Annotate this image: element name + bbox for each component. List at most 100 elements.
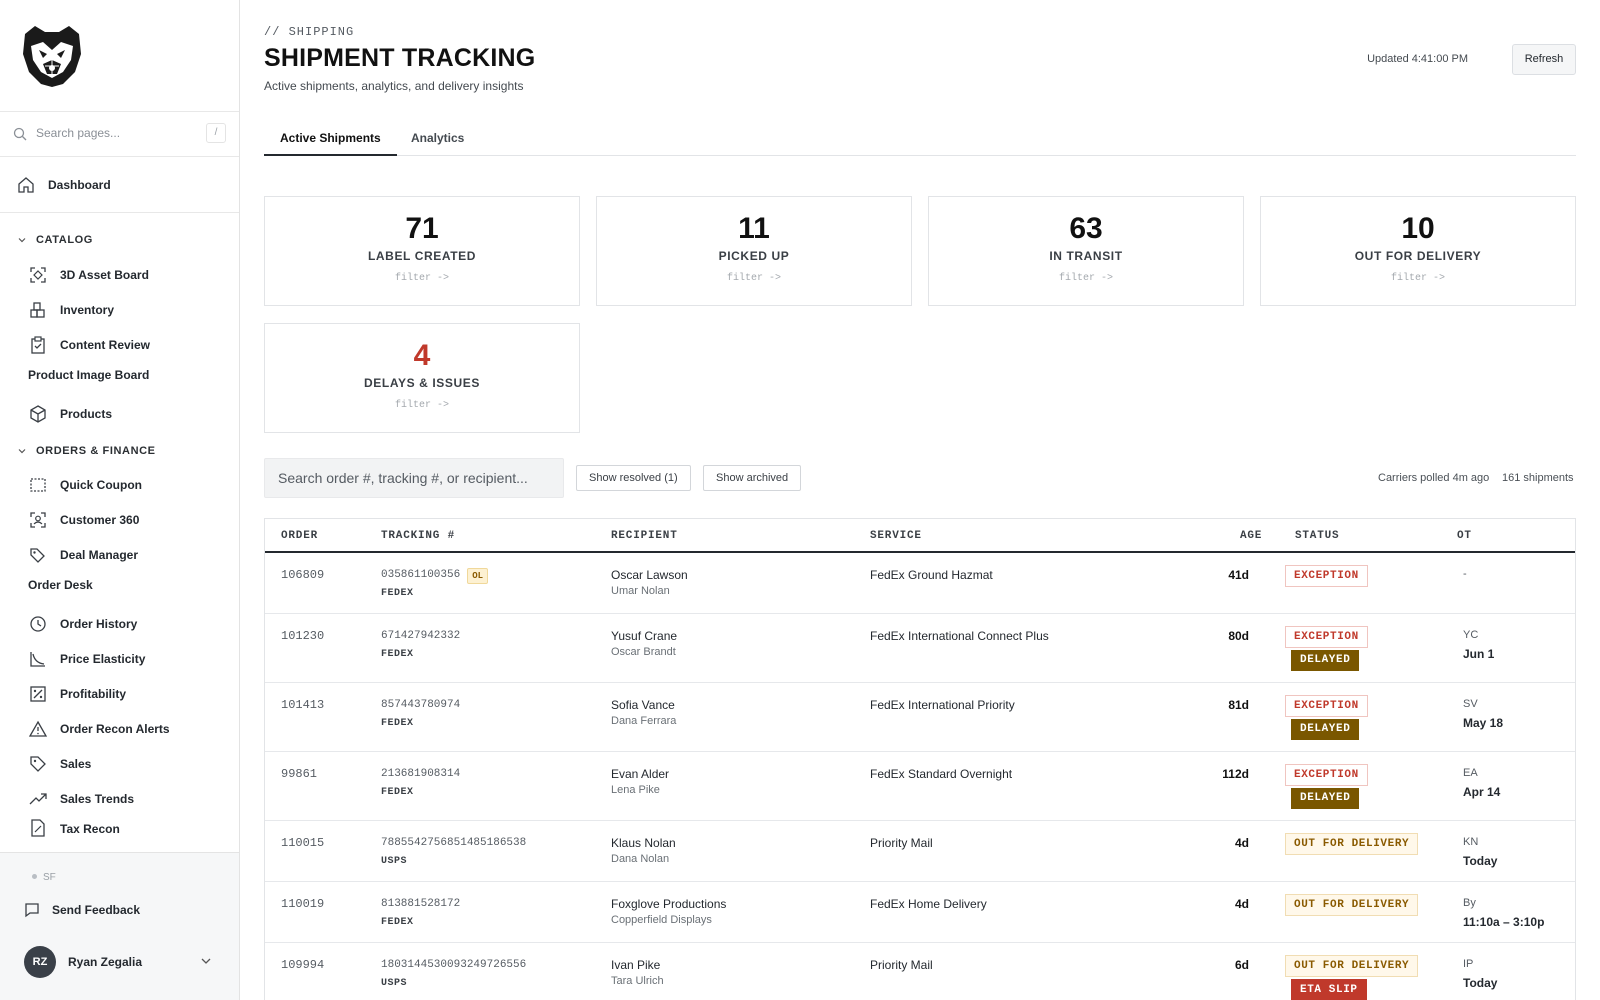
col-order[interactable]: ORDER bbox=[281, 530, 318, 542]
tracking-number[interactable]: 1803144530093249726556 bbox=[381, 959, 526, 971]
order-number[interactable]: 109994 bbox=[281, 958, 324, 972]
col-recipient[interactable]: RECIPIENT bbox=[611, 530, 678, 542]
show-archived-button[interactable]: Show archived bbox=[703, 465, 802, 491]
stat-card-delays-issues[interactable]: 4 DELAYS & ISSUES filter -> bbox=[264, 323, 580, 433]
filter-link[interactable]: filter -> bbox=[597, 273, 911, 284]
shipments-table: ORDER TRACKING # RECIPIENT SERVICE AGE S… bbox=[264, 518, 1576, 1000]
order-number[interactable]: 101413 bbox=[281, 698, 324, 712]
sidebar-item-content-review[interactable]: Content Review bbox=[28, 329, 150, 361]
user-menu[interactable]: RZ Ryan Zegalia bbox=[24, 946, 142, 978]
scan-icon bbox=[30, 267, 46, 283]
stat-card-picked-up[interactable]: 11 PICKED UP filter -> bbox=[596, 196, 912, 306]
filter-link[interactable]: filter -> bbox=[265, 273, 579, 284]
refresh-button[interactable]: Refresh bbox=[1512, 44, 1576, 75]
stat-label: LABEL CREATED bbox=[367, 249, 477, 263]
tab-active-shipments[interactable]: Active Shipments bbox=[264, 120, 397, 156]
stat-value: 11 bbox=[738, 212, 770, 245]
table-header: ORDER TRACKING # RECIPIENT SERVICE AGE S… bbox=[265, 519, 1575, 553]
service-name: FedEx Ground Hazmat bbox=[870, 568, 993, 582]
table-row[interactable]: 110015 7885542756851485186538 USPS Klaus No… bbox=[265, 821, 1575, 882]
recipient-company: Dana Nolan bbox=[611, 853, 670, 865]
stat-card-in-transit[interactable]: 63 IN TRANSIT filter -> bbox=[928, 196, 1244, 306]
stat-card-out-for-delivery[interactable]: 10 OUT FOR DELIVERY filter -> bbox=[1260, 196, 1576, 306]
status-badge: EXCEPTION bbox=[1285, 565, 1368, 587]
order-number[interactable]: 106809 bbox=[281, 568, 324, 582]
show-resolved-button[interactable]: Show resolved (1) bbox=[576, 465, 691, 491]
tracking-number[interactable]: 213681908314 bbox=[381, 768, 460, 780]
recipient-name: Klaus Nolan bbox=[611, 836, 676, 850]
sidebar-item-profitability[interactable]: Profitability bbox=[28, 678, 126, 710]
table-row[interactable]: 99861 213681908314 FEDEX Evan Alder Lena Pik… bbox=[265, 752, 1575, 821]
sidebar-item-order-recon-alerts[interactable]: Order Recon Alerts bbox=[28, 713, 170, 745]
tracking-number[interactable]: 7885542756851485186538 bbox=[381, 837, 526, 849]
sidebar-item-products[interactable]: Products bbox=[28, 398, 112, 430]
sidebar-item-price-elasticity[interactable]: Price Elasticity bbox=[28, 643, 145, 675]
col-age[interactable]: AGE bbox=[1240, 530, 1262, 542]
sidebar-item-deal-manager[interactable]: Deal Manager bbox=[28, 539, 138, 571]
sidebar-item-label: Customer 360 bbox=[60, 513, 140, 527]
table-row[interactable]: 110019 813881528172 FEDEX Foxglove Producti… bbox=[265, 882, 1575, 943]
order-number[interactable]: 101230 bbox=[281, 629, 324, 643]
sidebar-item-inventory[interactable]: Inventory bbox=[28, 294, 114, 326]
filter-link[interactable]: filter -> bbox=[929, 273, 1243, 284]
orders-section-header[interactable]: ORDERS & FINANCE bbox=[17, 445, 156, 457]
page-search[interactable]: Search pages... / bbox=[0, 112, 239, 157]
sidebar-item-sales-trends[interactable]: Sales Trends bbox=[28, 783, 134, 815]
col-ot[interactable]: OT bbox=[1457, 530, 1472, 542]
order-number[interactable]: 110019 bbox=[281, 897, 324, 911]
status-badge: OUT FOR DELIVERY bbox=[1285, 833, 1419, 855]
status-badge: OUT FOR DELIVERY bbox=[1285, 894, 1419, 916]
table-row[interactable]: 109994 1803144530093249726556 USPS Ivan Pik… bbox=[265, 943, 1575, 1000]
age-value: 6d bbox=[1234, 958, 1249, 972]
sidebar-item-tax-recon[interactable]: Tax Recon bbox=[28, 818, 120, 840]
col-tracking[interactable]: TRACKING # bbox=[381, 530, 455, 542]
service-name: FedEx International Connect Plus bbox=[870, 629, 1049, 643]
warning-icon bbox=[28, 720, 48, 737]
ot-date: Jun 1 bbox=[1463, 647, 1495, 661]
tracking-number[interactable]: 813881528172 bbox=[381, 898, 460, 910]
order-number[interactable]: 99861 bbox=[281, 767, 317, 781]
filter-link[interactable]: filter -> bbox=[265, 400, 579, 411]
sidebar-item-order-history[interactable]: Order History bbox=[28, 608, 137, 640]
sidebar-item-customer-360[interactable]: Customer 360 bbox=[28, 504, 139, 536]
recipient-company: Copperfield Displays bbox=[611, 914, 712, 926]
catalog-section-header[interactable]: CATALOG bbox=[17, 234, 93, 246]
sidebar-item-dashboard[interactable]: Dashboard bbox=[16, 169, 111, 201]
status-badge: DELAYED bbox=[1291, 719, 1360, 740]
filter-link[interactable]: filter -> bbox=[1261, 273, 1575, 284]
shipment-search-input[interactable]: Search order #, tracking #, or recipient… bbox=[264, 458, 564, 498]
sidebar-item-3d-asset-board[interactable]: 3D Asset Board bbox=[28, 259, 149, 291]
tab-analytics[interactable]: Analytics bbox=[411, 120, 464, 156]
table-row[interactable]: 106809 035861100356 FEDEX Oscar Lawson Umar … bbox=[265, 553, 1575, 614]
bear-logo[interactable] bbox=[17, 20, 87, 90]
sidebar-item-label: Tax Recon bbox=[60, 822, 120, 836]
section-label: ORDERS & FINANCE bbox=[36, 445, 156, 457]
sidebar-item-product-image-board[interactable]: Product Image Board bbox=[28, 368, 149, 382]
tag-icon bbox=[30, 756, 46, 772]
table-row[interactable]: 101413 857443780974 FEDEX Sofia Vance Dana F… bbox=[265, 683, 1575, 752]
sidebar-item-label: Order Recon Alerts bbox=[60, 722, 170, 736]
sidebar-footer: SF Send Feedback RZ Ryan Zegalia bbox=[0, 852, 239, 1000]
order-number[interactable]: 110015 bbox=[281, 836, 324, 850]
stat-label: OUT FOR DELIVERY bbox=[1354, 249, 1482, 263]
chevron-down-icon[interactable] bbox=[200, 955, 212, 967]
home-icon bbox=[18, 177, 34, 193]
sidebar-item-order-desk[interactable]: Order Desk bbox=[28, 578, 93, 592]
sidebar-item-sales[interactable]: Sales bbox=[28, 748, 91, 780]
stat-label: DELAYS & ISSUES bbox=[364, 376, 480, 390]
col-status[interactable]: STATUS bbox=[1295, 530, 1339, 542]
table-row[interactable]: 101230 671427942332 FEDEX Yusuf Crane Oscar … bbox=[265, 614, 1575, 683]
page-subtitle: Active shipments, analytics, and deliver… bbox=[264, 79, 524, 93]
tracking-number[interactable]: 671427942332 bbox=[381, 630, 460, 642]
send-feedback-button[interactable]: Send Feedback bbox=[24, 902, 140, 918]
tracking-number[interactable]: 857443780974 bbox=[381, 699, 460, 711]
breadcrumb: // SHIPPING bbox=[264, 25, 355, 39]
col-service[interactable]: SERVICE bbox=[870, 530, 922, 542]
carrier-name: FEDEX bbox=[381, 649, 414, 660]
status-badge: DELAYED bbox=[1291, 650, 1360, 671]
service-name: FedEx Home Delivery bbox=[870, 897, 987, 911]
recipient-company: Tara Ulrich bbox=[611, 975, 664, 987]
sidebar-item-quick-coupon[interactable]: Quick Coupon bbox=[28, 469, 142, 501]
tracking-number[interactable]: 035861100356 bbox=[381, 569, 460, 581]
stat-card-label-created[interactable]: 71 LABEL CREATED filter -> bbox=[264, 196, 580, 306]
